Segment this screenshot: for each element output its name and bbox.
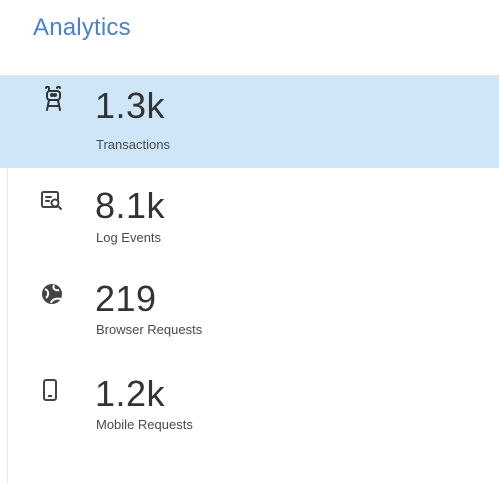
metric-log-events[interactable]: 8.1k Log Events <box>0 168 499 260</box>
log-search-icon <box>41 191 62 210</box>
panel-header: Analytics <box>0 0 499 76</box>
browser-requests-label: Browser Requests <box>96 322 203 337</box>
mobile-requests-value: 1.2k <box>95 373 166 414</box>
log-events-label: Log Events <box>96 230 162 245</box>
transactions-value: 1.3k <box>95 85 166 126</box>
panel-title: Analytics <box>33 14 131 41</box>
metric-browser-requests[interactable]: 219 Browser Requests <box>0 263 499 355</box>
mobile-icon <box>43 379 57 401</box>
metric-mobile-requests[interactable]: 1.2k Mobile Requests <box>0 356 499 448</box>
mobile-requests-label: Mobile Requests <box>96 417 193 432</box>
transactions-icon <box>45 85 61 111</box>
browser-requests-value: 219 <box>95 278 157 319</box>
metric-transactions[interactable]: 1.3k Transactions <box>0 76 499 168</box>
analytics-panel: Analytics 1.3k Transactions 8.1k Log Eve… <box>0 0 499 483</box>
globe-icon <box>42 284 62 304</box>
transactions-label: Transactions <box>96 137 170 152</box>
log-events-value: 8.1k <box>95 185 166 226</box>
